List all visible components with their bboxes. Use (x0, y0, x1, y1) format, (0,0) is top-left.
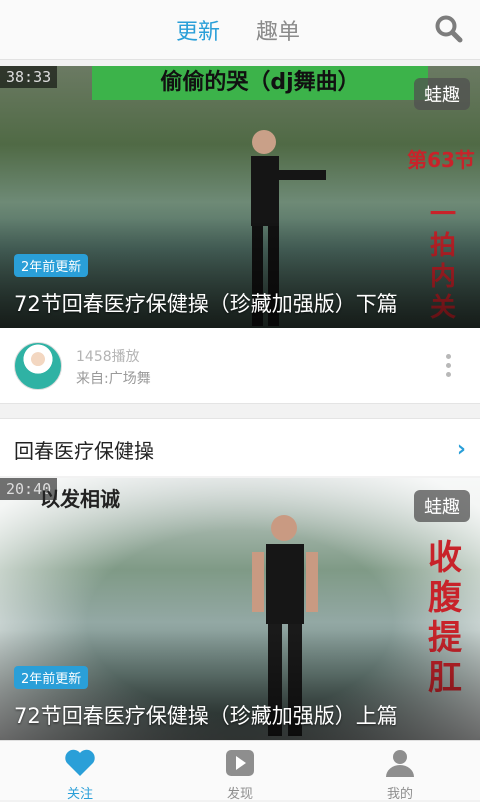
bottom-nav: 关注 发现 我的 (0, 740, 480, 802)
nav-label: 发现 (226, 787, 253, 802)
age-badge: 2年前更新 (14, 254, 89, 277)
nav-label: 关注 (66, 787, 93, 802)
nav-label: 我的 (386, 787, 413, 802)
watermark-badge: 蛙趣 (414, 78, 470, 110)
top-bar: 更新 趣单 (0, 0, 480, 60)
playlist-title: 回春医疗保健操 (14, 439, 154, 463)
tab-updates[interactable]: 更新 (176, 14, 220, 46)
watermark-badge: 蛙趣 (414, 490, 470, 522)
video-meta-row: 1458播放 来自:广场舞 (0, 328, 480, 404)
search-icon[interactable] (434, 14, 464, 44)
side-caption-episode: 第63节 (407, 148, 475, 172)
user-icon (386, 750, 414, 777)
top-caption: 以发相诚 (40, 487, 120, 511)
video-duration: 38:33 (0, 66, 58, 88)
heart-icon (65, 749, 95, 776)
nav-follow[interactable]: 关注 (0, 741, 160, 802)
nav-discover[interactable]: 发现 (160, 741, 320, 802)
video-title[interactable]: 72节回春医疗保健操（珍藏加强版）下篇 (14, 288, 398, 318)
more-options-icon[interactable] (446, 354, 452, 381)
play-count: 1458播放 (76, 349, 140, 365)
video-card[interactable]: 偷偷的哭（dj舞曲） 38:33 蛙趣 第63节 一拍内关 2年前更新 72节回… (0, 66, 480, 328)
play-icon (226, 750, 254, 776)
video-banner: 偷偷的哭（dj舞曲） (92, 66, 428, 100)
source-label: 来自:广场舞 (76, 371, 151, 387)
tab-fun-list[interactable]: 趣单 (256, 14, 300, 46)
chevron-right-icon: › (456, 437, 466, 462)
video-card[interactable]: 20:40 以发相诚 蛙趣 收腹提肛 2年前更新 72节回春医疗保健操（珍藏加强… (0, 478, 480, 740)
avatar[interactable] (14, 342, 62, 390)
playlist-row[interactable]: 回春医疗保健操 › (0, 418, 480, 476)
video-title[interactable]: 72节回春医疗保健操（珍藏加强版）上篇 (14, 700, 398, 730)
age-badge: 2年前更新 (14, 666, 89, 689)
nav-mine[interactable]: 我的 (320, 741, 480, 802)
